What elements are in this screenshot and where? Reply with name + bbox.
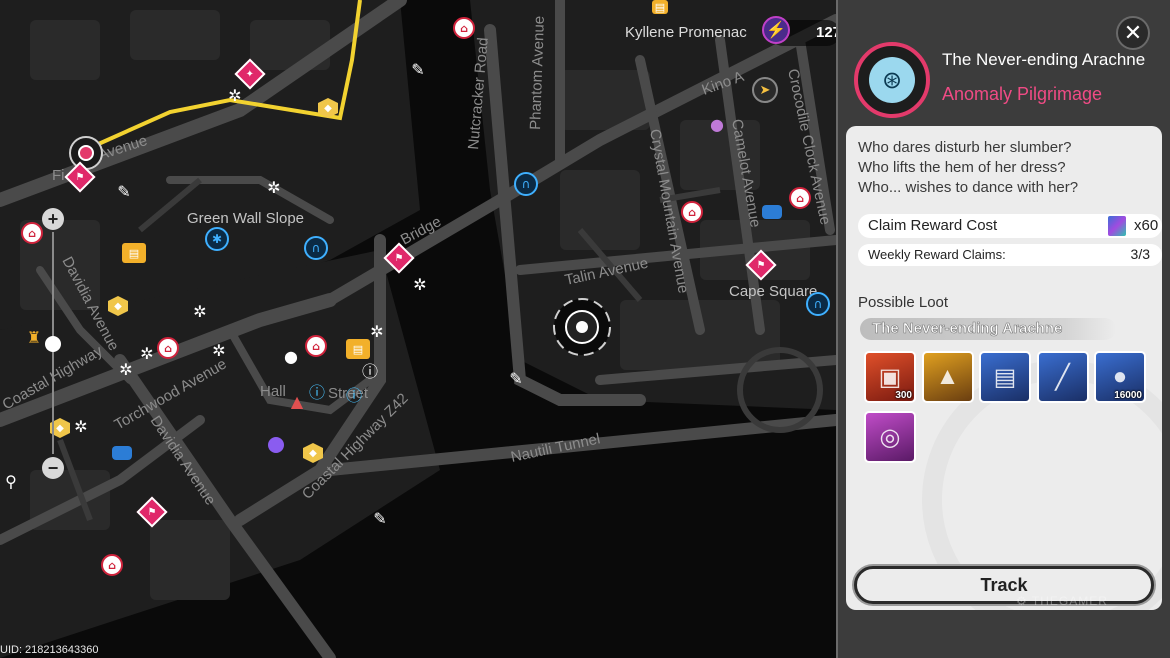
drive-disc-item[interactable]: ◎ (864, 411, 916, 463)
denny-coin-item[interactable]: ● 16000 (1094, 351, 1146, 403)
map-hollow-icon[interactable]: ✲ (189, 300, 211, 322)
energy-counter: ⚡ 127 (762, 16, 841, 46)
map-shop-icon[interactable]: ⌂ (305, 335, 327, 357)
map-hollow-icon[interactable]: ✲ (366, 320, 388, 342)
map-delivery-icon[interactable]: ➤ (752, 77, 778, 103)
claim-cost-value: x60 (1134, 217, 1159, 234)
map-building-icon[interactable]: ▤ (122, 243, 146, 263)
map-npc-icon[interactable]: ● (706, 113, 728, 135)
map-hollow-icon[interactable]: ✲ (208, 339, 230, 361)
tube-item[interactable]: ╱ (1036, 351, 1089, 403)
road-label-hall: Hall (260, 383, 286, 400)
map-hollow-icon[interactable]: ✲ (136, 342, 158, 364)
hunter-mag-item[interactable]: ▣ 300 (864, 351, 916, 403)
map-building-icon[interactable]: ▤ (346, 339, 370, 359)
map-bangboo-icon[interactable]: ✎ (505, 367, 527, 389)
map-alert-icon[interactable]: ⓘ (306, 380, 328, 402)
map-npc-icon[interactable]: ● (280, 345, 302, 367)
map-pin-icon[interactable]: ⚲ (0, 470, 22, 492)
track-button[interactable]: Track (854, 566, 1154, 604)
close-icon: ✕ (1123, 20, 1143, 45)
anomaly-emblem: ⊛ (854, 42, 930, 118)
close-button[interactable]: ✕ (1116, 16, 1150, 50)
place-label-kyllene: Kyllene Promenac (625, 24, 747, 41)
flavor-line: Who dares disturb her slumber? (858, 139, 1072, 156)
player-marker (69, 136, 103, 170)
claim-reward-cost-row: Claim Reward Cost x60 (858, 214, 1162, 238)
map-vehicle-icon[interactable] (762, 205, 782, 219)
map-teleport-icon[interactable]: ∩ (514, 172, 538, 196)
user-id-label: UID: 218213643360 (0, 644, 99, 656)
flavor-line: Who lifts the hem of her dress? (858, 159, 1066, 176)
lightning-icon: ⚡ (762, 16, 790, 44)
map-building-icon[interactable]: ▤ (652, 0, 668, 14)
battery-charge-icon (1108, 216, 1126, 236)
map-crane-icon[interactable]: ♜ (23, 326, 45, 348)
map-shop-icon[interactable]: ⌂ (789, 187, 811, 209)
activity-type: Anomaly Pilgrimage (942, 84, 1103, 104)
road-label-first: Fi (52, 167, 65, 184)
arachne-emblem-icon: ⊛ (869, 57, 915, 103)
map-tower-icon[interactable]: ▲ (286, 390, 308, 412)
map-shop-icon[interactable]: ⌂ (681, 201, 703, 223)
map-alert-icon[interactable]: ⓘ (359, 359, 381, 381)
map-hollow-icon[interactable]: ✲ (70, 415, 92, 437)
zoom-in-button[interactable]: + (42, 208, 64, 230)
loot-source-label: The Never-ending Arachne (872, 320, 1063, 338)
map-hollow-icon[interactable]: ✲ (409, 273, 431, 295)
weekly-claims-row: Weekly Reward Claims: 3/3 (858, 244, 1162, 266)
map-hollow-icon[interactable]: ✲ (115, 358, 137, 380)
map-teleport-icon[interactable]: ∩ (806, 292, 830, 316)
map-shop-icon[interactable]: ⌂ (101, 554, 123, 576)
item-quantity: 300 (895, 390, 912, 401)
map-orb-icon[interactable] (268, 437, 284, 453)
item-quantity: 16000 (1114, 390, 1142, 401)
zoom-out-button[interactable]: − (42, 457, 64, 479)
loot-source-band: The Never-ending Arachne (860, 318, 1116, 340)
map-hub-icon[interactable]: ✱ (205, 227, 229, 251)
map-shop-icon[interactable]: ⌂ (21, 222, 43, 244)
anomaly-target-marker[interactable] (553, 298, 611, 356)
watermark-logo: ⚙ THEGAMER (1016, 594, 1108, 608)
map-bangboo-icon[interactable]: ✎ (407, 58, 429, 80)
card-pack-item[interactable]: ▤ (979, 351, 1031, 403)
drive-disc-icon: ◎ (879, 423, 901, 451)
activity-title: The Never-ending Arachne (942, 50, 1146, 69)
zoom-slider-handle[interactable] (45, 336, 61, 352)
area-label-cape-square: Cape Square (729, 283, 817, 300)
map-bangboo-icon[interactable]: ✎ (369, 507, 391, 529)
flavor-text: Who dares disturb her slumber? Who lifts… (858, 138, 1078, 198)
tube-icon: ╱ (1055, 363, 1070, 391)
map-bangboo-icon[interactable]: ✎ (113, 180, 135, 202)
card-pack-icon: ▤ (993, 363, 1017, 391)
weekly-claims-label: Weekly Reward Claims: (868, 247, 1006, 262)
map-hollow-icon[interactable]: ✲ (263, 176, 285, 198)
red-hood-item[interactable]: ▲ (921, 351, 974, 403)
possible-loot-heading: Possible Loot (858, 294, 949, 311)
weekly-claims-value: 3/3 (1130, 246, 1150, 262)
claim-cost-label: Claim Reward Cost (868, 217, 998, 234)
map-teleport-icon[interactable]: ∩ (304, 236, 328, 260)
area-label-green-wall: Green Wall Slope (187, 210, 304, 227)
map-shop-icon[interactable]: ⌂ (453, 17, 475, 39)
map-vehicle-icon[interactable] (112, 446, 132, 460)
map-alert-icon[interactable]: ⓘ (343, 383, 365, 405)
red-hood-icon: ▲ (935, 363, 960, 390)
map-shop-icon[interactable]: ⌂ (157, 337, 179, 359)
map-hollow-icon[interactable]: ✲ (224, 84, 246, 106)
flavor-line: Who... wishes to dance with her? (858, 179, 1079, 196)
